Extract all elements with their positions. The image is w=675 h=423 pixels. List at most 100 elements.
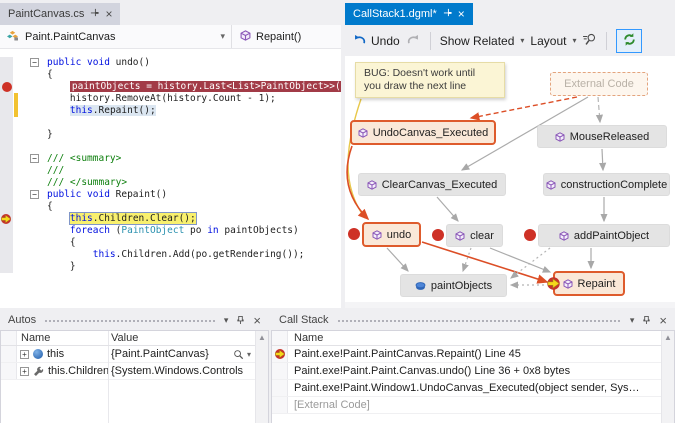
breakpoint-margin[interactable] (0, 105, 13, 117)
fold-collapse-icon[interactable]: − (30, 58, 39, 67)
breakpoint-margin[interactable] (0, 189, 13, 201)
diagram-node-clear[interactable]: clear (446, 224, 503, 247)
diagram-node-ExternalCode[interactable]: External Code (550, 72, 648, 96)
callstack-row[interactable]: Paint.exe!Paint.Paint.Canvas.undo() Line… (272, 363, 674, 380)
breakpoint-margin[interactable] (0, 201, 13, 213)
value-inspect-control[interactable]: ▾ (233, 349, 255, 360)
scroll-up-icon[interactable]: ▲ (258, 333, 266, 342)
outlining-margin[interactable] (19, 249, 47, 261)
outlining-margin[interactable] (19, 117, 47, 129)
breakpoint-margin[interactable] (0, 81, 13, 93)
tab-paintcanvas[interactable]: PaintCanvas.cs × (0, 3, 120, 25)
diagram-node-MouseReleased[interactable]: MouseReleased (537, 125, 667, 148)
callstack-titlebar[interactable]: Call Stack ▾ × (271, 310, 675, 330)
close-icon[interactable]: × (253, 313, 261, 328)
bug-comment-note[interactable]: BUG: Doesn't work until you draw the nex… (355, 62, 505, 98)
outlining-margin[interactable] (19, 237, 47, 249)
breakpoint-icon[interactable] (348, 228, 360, 240)
close-icon[interactable]: × (458, 9, 465, 19)
breakpoint-margin[interactable] (0, 129, 13, 141)
drag-grip[interactable] (337, 319, 622, 324)
breakpoint-icon[interactable] (432, 229, 444, 241)
expand-icon[interactable]: + (20, 350, 29, 359)
sync-toggle-button[interactable] (616, 29, 642, 53)
autos-row[interactable]: +this.Children{System.Windows.Controls (1, 363, 268, 380)
breakpoint-margin[interactable] (0, 237, 13, 249)
outlining-margin[interactable]: − (19, 57, 47, 69)
name-column-header[interactable]: Name (294, 332, 323, 344)
breakpoint-margin[interactable] (0, 249, 13, 261)
outlining-margin[interactable] (19, 225, 47, 237)
layout-dropdown[interactable]: Layout ▾ (530, 34, 576, 48)
diagram-node-Repaint[interactable]: Repaint (553, 271, 625, 296)
outlining-margin[interactable] (19, 261, 47, 273)
scroll-up-icon[interactable]: ▲ (664, 333, 672, 342)
autos-row[interactable]: +this{Paint.PaintCanvas}▾ (1, 346, 268, 363)
quick-find-button[interactable] (582, 32, 597, 50)
diagram-node-constructionComplete[interactable]: constructionComplete (543, 173, 670, 196)
expand-icon[interactable]: + (20, 367, 29, 376)
callstack-row[interactable]: Paint.exe!Paint.PaintCanvas.Repaint() Li… (272, 346, 674, 363)
drag-grip[interactable] (44, 319, 216, 324)
breakpoint-margin[interactable] (0, 165, 13, 177)
breakpoint-margin[interactable] (0, 141, 13, 153)
autos-value-cell[interactable]: {Paint.PaintCanvas}▾ (108, 346, 255, 362)
breakpoint-icon[interactable] (2, 82, 12, 92)
diagram-node-UndoCanvas_Executed[interactable]: UndoCanvas_Executed (350, 120, 496, 145)
code-editor[interactable]: −public void undo(){ paintObjects = hist… (0, 49, 341, 308)
callstack-row[interactable]: [External Code] (272, 397, 674, 414)
diagram-node-ClearCanvas_Executed[interactable]: ClearCanvas_Executed (358, 173, 506, 196)
name-column-header[interactable]: Name (21, 332, 50, 344)
outlining-margin[interactable]: − (19, 153, 47, 165)
autos-value-cell[interactable]: {System.Windows.Controls (108, 363, 255, 379)
close-icon[interactable]: × (659, 313, 667, 328)
breakpoint-icon[interactable] (524, 229, 536, 241)
outlining-margin[interactable] (19, 69, 47, 81)
fold-collapse-icon[interactable]: − (30, 154, 39, 163)
breakpoint-margin[interactable] (0, 213, 13, 225)
outlining-margin[interactable] (19, 165, 47, 177)
callstack-row[interactable]: Paint.exe!Paint.Window1.UndoCanvas_Execu… (272, 380, 674, 397)
autos-titlebar[interactable]: Autos ▾ × (0, 310, 269, 330)
outlining-margin[interactable] (19, 177, 47, 189)
value-column-header[interactable]: Value (111, 332, 138, 344)
outlining-margin[interactable] (19, 213, 47, 225)
diagram-node-addPaintObject[interactable]: addPaintObject (538, 224, 670, 247)
fold-collapse-icon[interactable]: − (30, 190, 39, 199)
window-menu-chevron-icon[interactable]: ▾ (224, 315, 229, 326)
outlining-margin[interactable]: − (19, 189, 47, 201)
breakpoint-margin[interactable] (0, 225, 13, 237)
outlining-margin[interactable] (19, 105, 47, 117)
breakpoint-margin[interactable] (0, 153, 13, 165)
pin-icon[interactable] (236, 315, 245, 325)
outlining-margin[interactable] (19, 81, 47, 93)
chevron-down-icon[interactable]: ▾ (247, 350, 251, 359)
column-divider[interactable] (108, 331, 109, 345)
pin-icon[interactable] (443, 8, 452, 20)
breakpoint-margin[interactable] (0, 177, 13, 189)
breakpoint-margin[interactable] (0, 261, 13, 273)
outlining-margin[interactable] (19, 93, 47, 105)
pin-icon[interactable] (642, 315, 651, 325)
magnifier-icon[interactable] (233, 349, 244, 360)
breakpoint-margin[interactable] (0, 69, 13, 81)
close-icon[interactable]: × (105, 9, 112, 19)
show-related-dropdown[interactable]: Show Related ▾ (440, 34, 525, 48)
tab-callstack-dgml[interactable]: CallStack1.dgml* × (345, 3, 473, 25)
undo-button[interactable]: Undo (352, 33, 400, 49)
member-dropdown[interactable]: Repaint() (232, 25, 301, 48)
window-menu-chevron-icon[interactable]: ▾ (630, 315, 635, 326)
breakpoint-margin[interactable] (0, 57, 13, 69)
diagram-canvas[interactable]: BUG: Doesn't work until you draw the nex… (345, 56, 675, 308)
breakpoint-margin[interactable] (0, 93, 13, 105)
outlining-margin[interactable] (19, 129, 47, 141)
diagram-node-paintObjects[interactable]: paintObjects (400, 274, 507, 297)
breakpoint-margin[interactable] (0, 117, 13, 129)
outlining-margin[interactable] (19, 141, 47, 153)
outlining-margin[interactable] (19, 201, 47, 213)
pin-icon[interactable] (90, 8, 99, 20)
diagram-node-undo[interactable]: undo (362, 222, 421, 247)
type-dropdown[interactable]: Paint.PaintCanvas ▾ (0, 25, 232, 48)
callstack-scrollbar[interactable]: ▲ (661, 331, 674, 423)
redo-button[interactable] (406, 33, 421, 49)
